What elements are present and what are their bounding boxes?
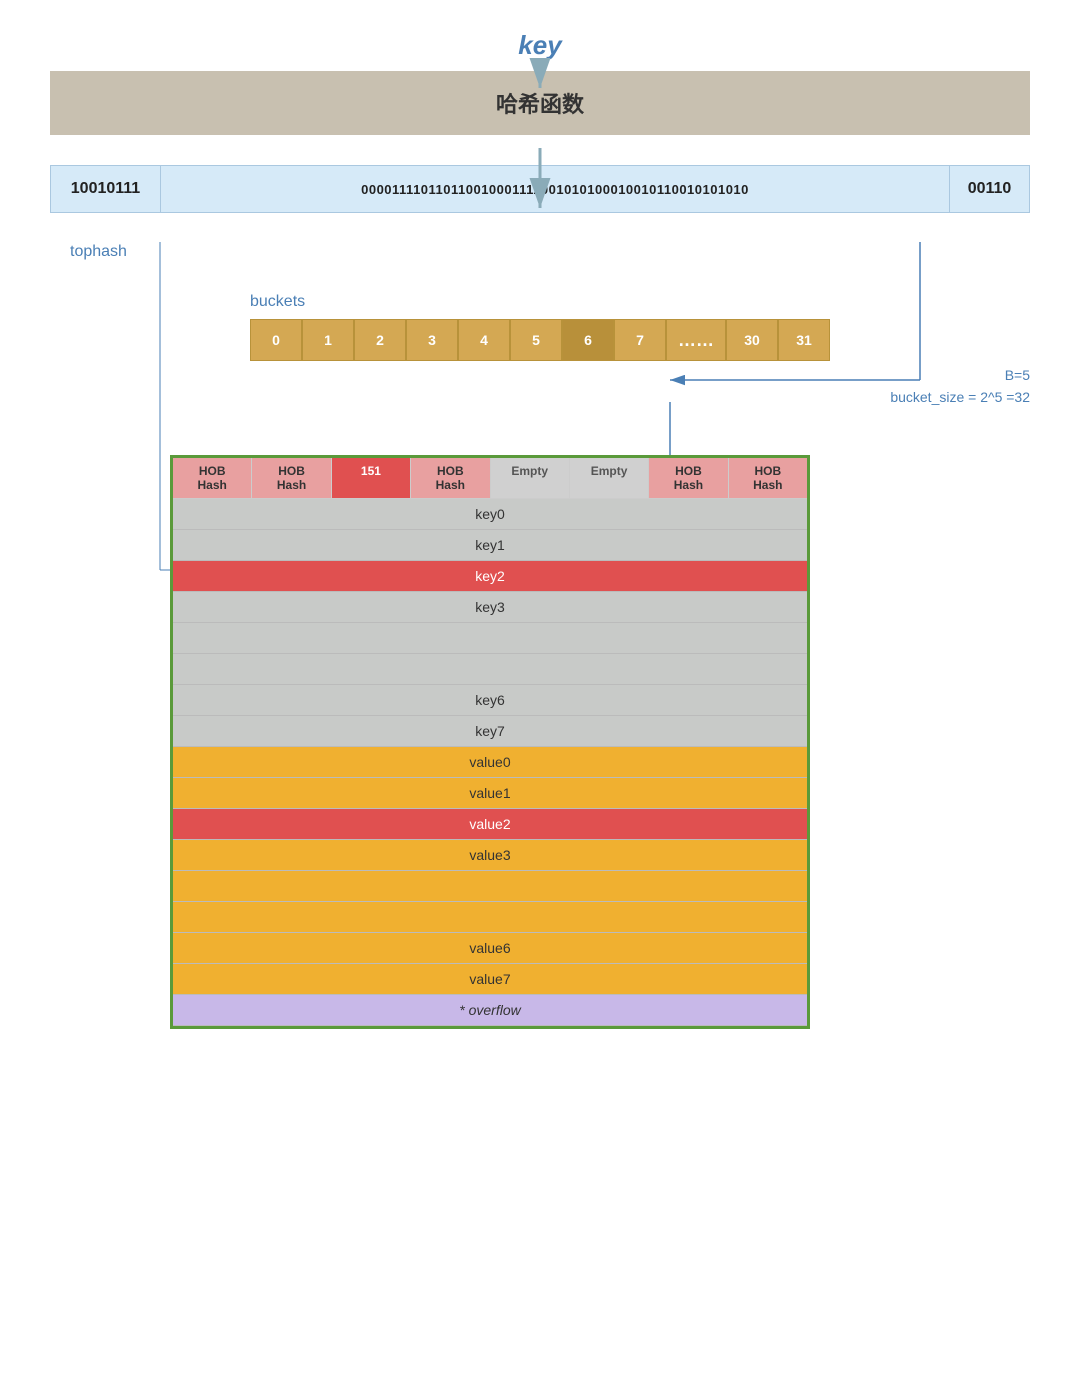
hob-cell-151: 151 [332,458,411,498]
buckets-section: buckets 0 1 2 3 4 5 6 7 …… 30 31 B=5 buc… [250,293,1030,405]
hob-cell-empty1: Empty [491,458,570,498]
key-row-5 [173,654,807,685]
hob-hash-row: HOBHash HOBHash 151 HOBHash Empty Empty … [173,458,807,499]
hob-cell-6: HOBHash [649,458,728,498]
bucket-6: 6 [562,319,614,361]
bucket-0: 0 [250,319,302,361]
bucket-4: 4 [458,319,510,361]
hob-cell-0: HOBHash [173,458,252,498]
binary-middle: 0000111101101100100011110010101000100101… [161,166,949,212]
buckets-label: buckets [250,293,1030,311]
bucket-2: 2 [354,319,406,361]
tophash-label: tophash [70,243,127,261]
key-row-4 [173,623,807,654]
key-row-0: key0 [173,499,807,530]
b-size-label: B=5 [250,367,1030,383]
key-row-1: key1 [173,530,807,561]
overflow-row: * overflow [173,995,807,1026]
value-row-3: value3 [173,840,807,871]
bucket-dots: …… [666,319,726,361]
value-row-2: value2 [173,809,807,840]
value-row-7: value7 [173,964,807,995]
hob-cell-7: HOBHash [729,458,807,498]
key-label: key [50,30,1030,61]
value-row-4 [173,871,807,902]
key-row-3: key3 [173,592,807,623]
value-row-5 [173,902,807,933]
value-row-0: value0 [173,747,807,778]
bucket-30: 30 [726,319,778,361]
bucket-3: 3 [406,319,458,361]
key-row-2: key2 [173,561,807,592]
bucket-size-label: bucket_size = 2^5 =32 [250,389,1030,405]
hob-cell-empty2: Empty [570,458,649,498]
key-row-7: key7 [173,716,807,747]
bucket-detail-box: HOBHash HOBHash 151 HOBHash Empty Empty … [170,455,810,1029]
hob-cell-1: HOBHash [252,458,331,498]
bucket-5: 5 [510,319,562,361]
bucket-7: 7 [614,319,666,361]
binary-left: 10010111 [51,166,161,212]
bucket-31: 31 [778,319,830,361]
bucket-1: 1 [302,319,354,361]
value-row-6: value6 [173,933,807,964]
buckets-row: 0 1 2 3 4 5 6 7 …… 30 31 [250,319,1030,361]
value-row-1: value1 [173,778,807,809]
hash-function-box: 哈希函数 [50,71,1030,135]
binary-right: 00110 [949,166,1029,212]
key-row-6: key6 [173,685,807,716]
hob-cell-3: HOBHash [411,458,490,498]
binary-output-row: 10010111 0000111101101100100011110010101… [50,165,1030,213]
